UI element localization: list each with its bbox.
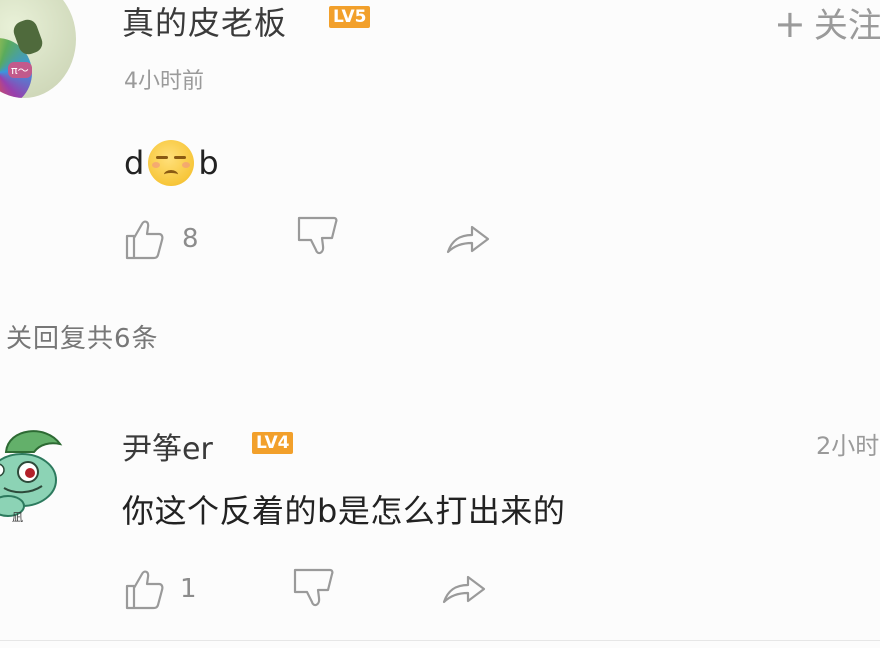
share-arrow-icon xyxy=(442,575,486,604)
follow-label: 关注 xyxy=(813,6,880,46)
thumbs-up-icon xyxy=(125,220,164,260)
avatar-user1[interactable]: π～ xyxy=(0,0,76,98)
comment1-like-count: 8 xyxy=(182,224,199,254)
bulbasaur-avatar-icon: 凪 xyxy=(0,430,63,524)
thumbs-down-icon xyxy=(293,568,334,607)
comment2-content: 你这个反着的b是怎么打出来的 xyxy=(122,492,566,530)
comment2-username[interactable]: 尹筝er xyxy=(122,424,213,468)
follow-button[interactable]: + 关注 xyxy=(774,0,880,47)
level-text: LV4 xyxy=(252,432,294,454)
comment1-like-button[interactable] xyxy=(124,218,164,260)
level-badge-lv4: LV4 xyxy=(252,432,294,454)
level-text: LV5 xyxy=(329,6,371,28)
level-badge-lv5: LV5 xyxy=(329,6,371,28)
svg-text:凪: 凪 xyxy=(12,511,23,522)
comment1-timestamp: 4小时前 xyxy=(124,69,204,94)
smug-face-emoji-icon xyxy=(148,140,195,186)
plus-icon: + xyxy=(774,2,806,46)
comment2-share-button[interactable] xyxy=(442,572,486,606)
comment2-dislike-button[interactable] xyxy=(292,566,334,612)
avatar-caption: π～ xyxy=(8,62,32,78)
comment2-timestamp: 2小时 xyxy=(816,432,880,460)
comment1-content: d b xyxy=(124,140,219,186)
divider xyxy=(0,640,880,641)
comment1-dislike-button[interactable] xyxy=(296,214,338,260)
replies-toggle[interactable]: 关回复共6条 xyxy=(6,318,159,355)
comment2-like-button[interactable] xyxy=(124,568,164,610)
content-letter-d: d xyxy=(124,144,145,182)
avatar-user2[interactable]: 凪 xyxy=(0,422,70,524)
comment2-like-count: 1 xyxy=(180,574,197,604)
comment1-share-button[interactable] xyxy=(446,222,490,256)
share-arrow-icon xyxy=(446,225,490,254)
content-letter-b: b xyxy=(198,144,219,182)
thumbs-down-icon xyxy=(297,216,338,255)
comment1-username[interactable]: 真的皮老板 xyxy=(122,0,287,44)
thumbs-up-icon xyxy=(125,570,164,610)
